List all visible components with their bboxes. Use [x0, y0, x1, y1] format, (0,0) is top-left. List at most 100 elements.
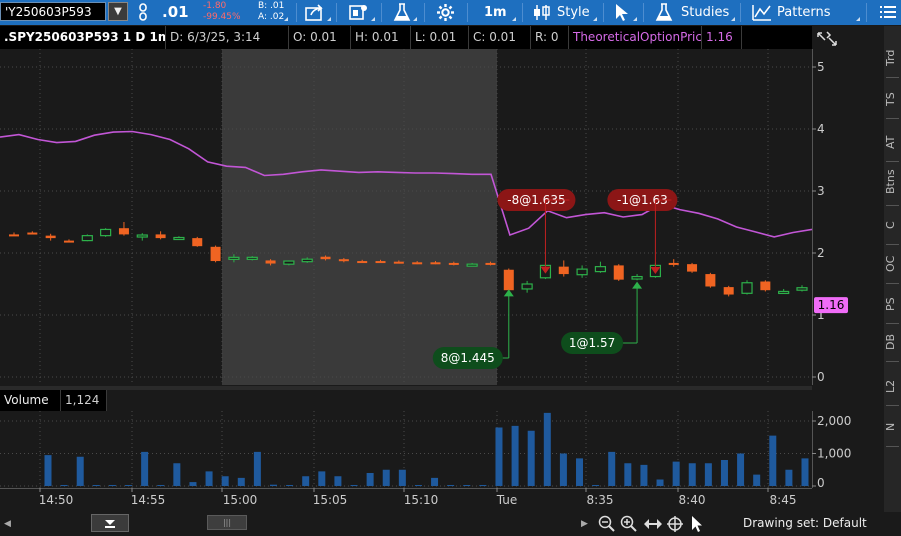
- candle-body[interactable]: [521, 283, 533, 290]
- candle-body[interactable]: [430, 262, 441, 265]
- candle-body[interactable]: [228, 256, 240, 260]
- scrollbar-thumb[interactable]: |||: [207, 515, 247, 530]
- volume-bar[interactable]: [398, 469, 406, 486]
- candle-body[interactable]: [760, 281, 771, 291]
- candle-body[interactable]: [705, 274, 716, 287]
- volume-bar[interactable]: [527, 430, 535, 486]
- candle-body[interactable]: [118, 228, 129, 235]
- sell-order-marker[interactable]: -1@1.63: [607, 189, 678, 274]
- study-name[interactable]: TheoreticalOptionPrice: [569, 26, 702, 49]
- sidebar-tab-ts[interactable]: TS: [884, 83, 901, 115]
- candle-body[interactable]: [357, 261, 368, 264]
- volume-bar[interactable]: [672, 461, 680, 486]
- volume-bar[interactable]: [334, 476, 342, 486]
- candle-body[interactable]: [796, 287, 808, 291]
- candle-body[interactable]: [63, 240, 74, 243]
- sidebar-tab-c[interactable]: C: [884, 209, 901, 241]
- volume-bar[interactable]: [543, 412, 551, 486]
- volume-bar[interactable]: [559, 453, 567, 487]
- volume-bar[interactable]: [785, 469, 793, 486]
- candle-body[interactable]: [631, 275, 643, 280]
- volume-bar[interactable]: [318, 471, 326, 486]
- candle-body[interactable]: [27, 232, 38, 235]
- crosshair-icon[interactable]: [666, 515, 684, 536]
- candle-body[interactable]: [778, 290, 790, 295]
- scroll-right-icon[interactable]: ▶: [581, 519, 588, 529]
- candle-body[interactable]: [741, 282, 753, 294]
- volume-bar[interactable]: [44, 455, 52, 486]
- candle-body[interactable]: [503, 269, 514, 291]
- candle-body[interactable]: [265, 260, 276, 264]
- sidebar-tab-db[interactable]: DB: [884, 326, 901, 358]
- candle-body[interactable]: [485, 262, 496, 265]
- volume-bar[interactable]: [205, 471, 213, 486]
- volume-bar[interactable]: [350, 485, 358, 486]
- candle-body[interactable]: [723, 287, 734, 295]
- volume-bar[interactable]: [753, 474, 761, 486]
- pan-horizontal-icon[interactable]: [643, 516, 663, 535]
- volume-bar[interactable]: [688, 463, 696, 486]
- volume-bar[interactable]: [495, 427, 503, 487]
- candle-body[interactable]: [136, 234, 148, 238]
- price-axis[interactable]: 0123451.16: [812, 49, 883, 385]
- volume-bar[interactable]: [414, 485, 422, 486]
- volume-bar[interactable]: [125, 485, 133, 486]
- candle-body[interactable]: [192, 238, 203, 247]
- sidebar-tab-n[interactable]: N: [884, 411, 901, 443]
- candle-body[interactable]: [393, 261, 404, 264]
- volume-bar[interactable]: [173, 463, 181, 486]
- volume-bar[interactable]: [640, 464, 648, 486]
- zoom-out-icon[interactable]: [598, 515, 616, 536]
- candle-body[interactable]: [448, 262, 459, 265]
- candle-body[interactable]: [301, 258, 313, 263]
- volume-bar[interactable]: [76, 456, 84, 486]
- candle-body[interactable]: [100, 228, 112, 237]
- collapse-button[interactable]: [91, 514, 129, 532]
- candle-body[interactable]: [45, 235, 56, 239]
- sidebar-tab-at[interactable]: AT: [884, 126, 901, 158]
- volume-bar[interactable]: [704, 463, 712, 486]
- volume-bar[interactable]: [302, 476, 310, 486]
- expand-chart-icon[interactable]: [816, 30, 838, 51]
- time-axis[interactable]: 14:50 14:55 15:00 15:05 15:10 Tue 8:35 8:40 8:45: [0, 488, 812, 512]
- volume-bar[interactable]: [463, 485, 471, 486]
- volume-bar[interactable]: [431, 477, 439, 486]
- candle-body[interactable]: [412, 262, 423, 265]
- volume-bar[interactable]: [141, 451, 149, 486]
- candle-body[interactable]: [173, 236, 185, 241]
- candle-body[interactable]: [668, 262, 679, 265]
- candle-body[interactable]: [687, 264, 698, 272]
- volume-bar[interactable]: [769, 435, 777, 486]
- volume-bar[interactable]: [60, 485, 68, 486]
- scroll-left-icon[interactable]: ◀: [4, 519, 11, 529]
- volume-bar[interactable]: [479, 485, 487, 486]
- sidebar-tab-l2[interactable]: L2: [884, 370, 901, 402]
- candle-body[interactable]: [594, 266, 607, 273]
- volume-bar[interactable]: [720, 460, 728, 486]
- sidebar-tab-trd[interactable]: Trd: [884, 42, 901, 74]
- volume-chart[interactable]: [0, 411, 812, 488]
- volume-bar[interactable]: [511, 425, 519, 486]
- buy-order-marker[interactable]: 1@1.57: [561, 281, 643, 354]
- price-chart[interactable]: -8@1.635 -1@1.638@1.4451@1.57: [0, 49, 812, 385]
- candle-body[interactable]: [283, 260, 295, 265]
- volume-bar[interactable]: [366, 473, 374, 486]
- sidebar-tab-ps[interactable]: PS: [884, 288, 901, 320]
- pointer-icon[interactable]: [690, 515, 704, 536]
- volume-bar[interactable]: [447, 485, 455, 486]
- volume-bar[interactable]: [576, 458, 584, 486]
- candle-body[interactable]: [155, 234, 166, 239]
- candle-body[interactable]: [9, 234, 19, 237]
- volume-bar[interactable]: [656, 479, 664, 487]
- volume-bar[interactable]: [592, 485, 600, 486]
- candle-body[interactable]: [81, 235, 93, 242]
- candle-body[interactable]: [558, 266, 569, 275]
- volume-bar[interactable]: [253, 451, 261, 486]
- volume-bar[interactable]: [608, 451, 616, 486]
- volume-bar[interactable]: [221, 476, 229, 486]
- drawing-set-selector[interactable]: Drawing set: Default: [743, 515, 867, 531]
- candle-body[interactable]: [613, 265, 624, 280]
- volume-bar[interactable]: [108, 485, 116, 486]
- volume-bar[interactable]: [382, 469, 390, 486]
- volume-bar[interactable]: [737, 453, 745, 487]
